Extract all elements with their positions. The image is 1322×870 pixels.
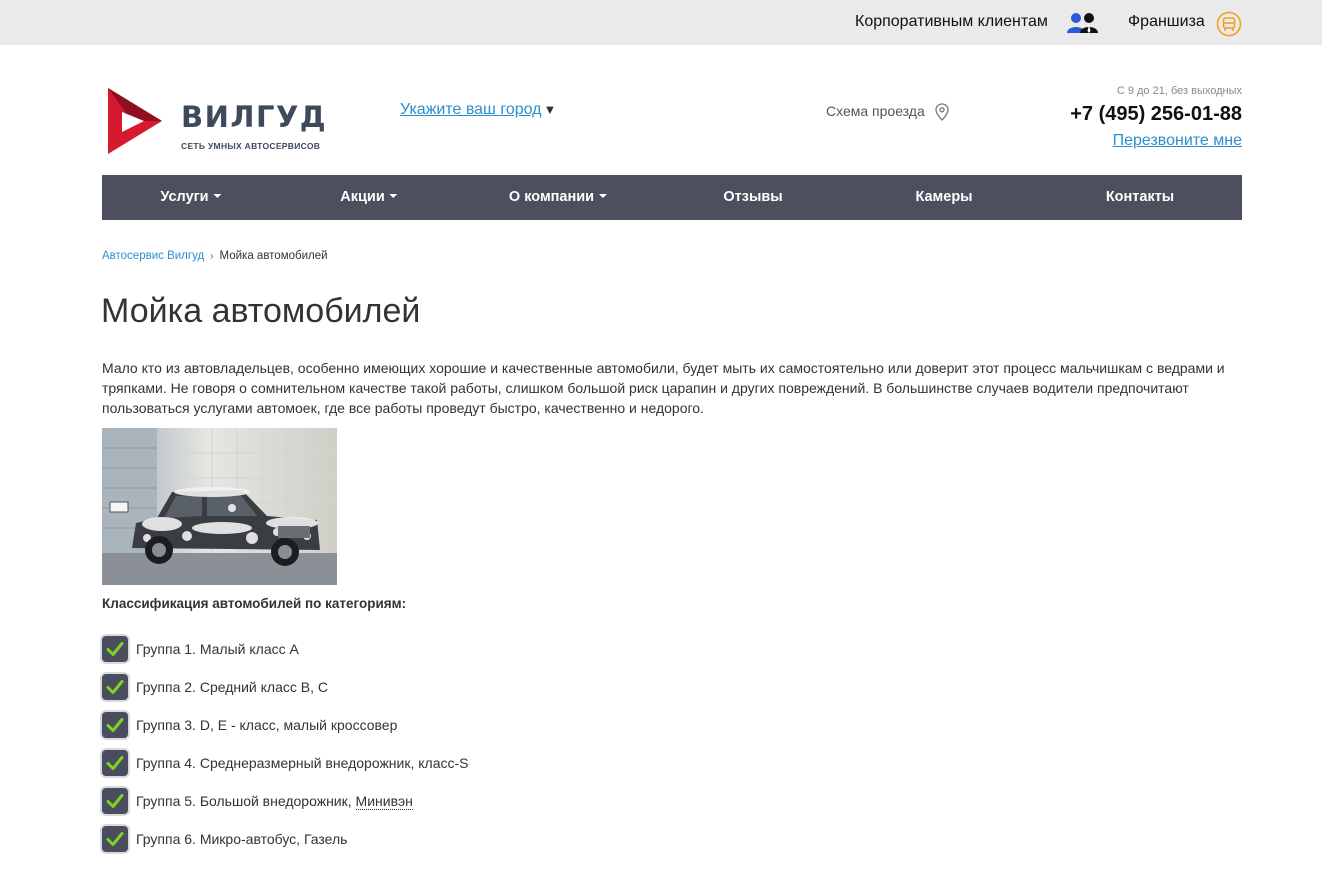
main-nav: Услуги Акции О компании Отзывы Камеры Ко… [102,175,1242,220]
corporate-clients-link[interactable]: Корпоративным клиентам [855,13,1048,31]
nav-item-services[interactable]: Услуги [160,175,222,220]
top-bar: Корпоративным клиентам Франшиза [0,0,1322,45]
working-hours: С 9 до 21, без выходных [1116,85,1242,97]
checkmark-icon [102,826,128,852]
breadcrumb-separator: › [210,251,214,262]
list-item-text: Группа 6. Микро-автобус, Газель [136,831,348,847]
nav-item-label: Камеры [915,189,973,205]
nav-item-about[interactable]: О компании [508,175,608,220]
caret-down-icon [213,194,222,199]
checkmark-icon [102,636,128,662]
list-item-text: Группа 3. D, E - класс, малый кроссовер [136,717,398,733]
caret-down-icon [389,194,398,199]
intro-paragraph: Мало кто из автовладельцев, особенно име… [102,360,1225,416]
nav-item-label: Отзывы [723,189,783,205]
list-item-prefix: Группа 5. Большой внедорожник, [136,793,356,809]
page-title: Мойка автомобилей [101,292,421,330]
franchise-icon[interactable] [1216,11,1242,37]
logo-tagline: СЕТЬ УМНЫХ АВТОСЕРВИСОВ [181,141,321,151]
nav-item-cameras[interactable]: Камеры [915,175,972,220]
logo[interactable]: ВИЛГУД СЕТЬ УМНЫХ АВТОСЕРВИСОВ [104,86,336,158]
nav-item-reviews[interactable]: Отзывы [723,175,782,220]
nav-item-label: Услуги [160,189,209,205]
checkmark-icon [102,750,128,776]
list-item-text: Группа 1. Малый класс А [136,641,299,657]
phone-number[interactable]: +7 (495) 256-01-88 [1070,103,1242,126]
list-item-text: Группа 5. Большой внедорожник, Минивэн [136,793,413,810]
nav-item-label: О компании [508,189,595,205]
checkmark-icon [102,788,128,814]
nav-item-promotions[interactable]: Акции [340,175,398,220]
list-item-text: Группа 2. Средний класс В, С [136,679,328,695]
car-wash-photo [102,428,337,585]
logo-brand: ВИЛГУД [181,100,328,134]
checkmark-icon [102,712,128,738]
nav-item-label: Контакты [1105,189,1175,205]
map-pin-icon[interactable] [935,103,949,121]
nav-item-contacts[interactable]: Контакты [1106,175,1174,220]
caret-down-icon [599,194,608,199]
city-selector[interactable]: Укажите ваш город ▼ [400,101,556,119]
nav-item-label: Акции [340,189,385,205]
corporate-clients-icon[interactable] [1066,11,1100,35]
callback-link[interactable]: Перезвоните мне [1113,132,1242,150]
franchise-link[interactable]: Франшиза [1128,13,1205,31]
classification-heading: Классификация автомобилей по категориям: [102,596,407,611]
route-map-link[interactable]: Схема проезда [826,103,925,119]
breadcrumb-home-link[interactable]: Автосервис Вилгуд [102,250,204,262]
minivan-term-tooltip[interactable]: Минивэн [355,793,413,810]
list-item-text: Группа 4. Среднеразмерный внедорожник, к… [136,755,469,771]
breadcrumb-current: Мойка автомобилей [219,250,328,262]
city-selector-label[interactable]: Укажите ваш город [400,101,542,118]
chevron-down-icon[interactable]: ▼ [544,102,557,117]
checkmark-icon [102,674,128,700]
logo-mark-icon [108,88,162,154]
breadcrumb: Автосервис Вилгуд › Мойка автомобилей [102,250,328,262]
